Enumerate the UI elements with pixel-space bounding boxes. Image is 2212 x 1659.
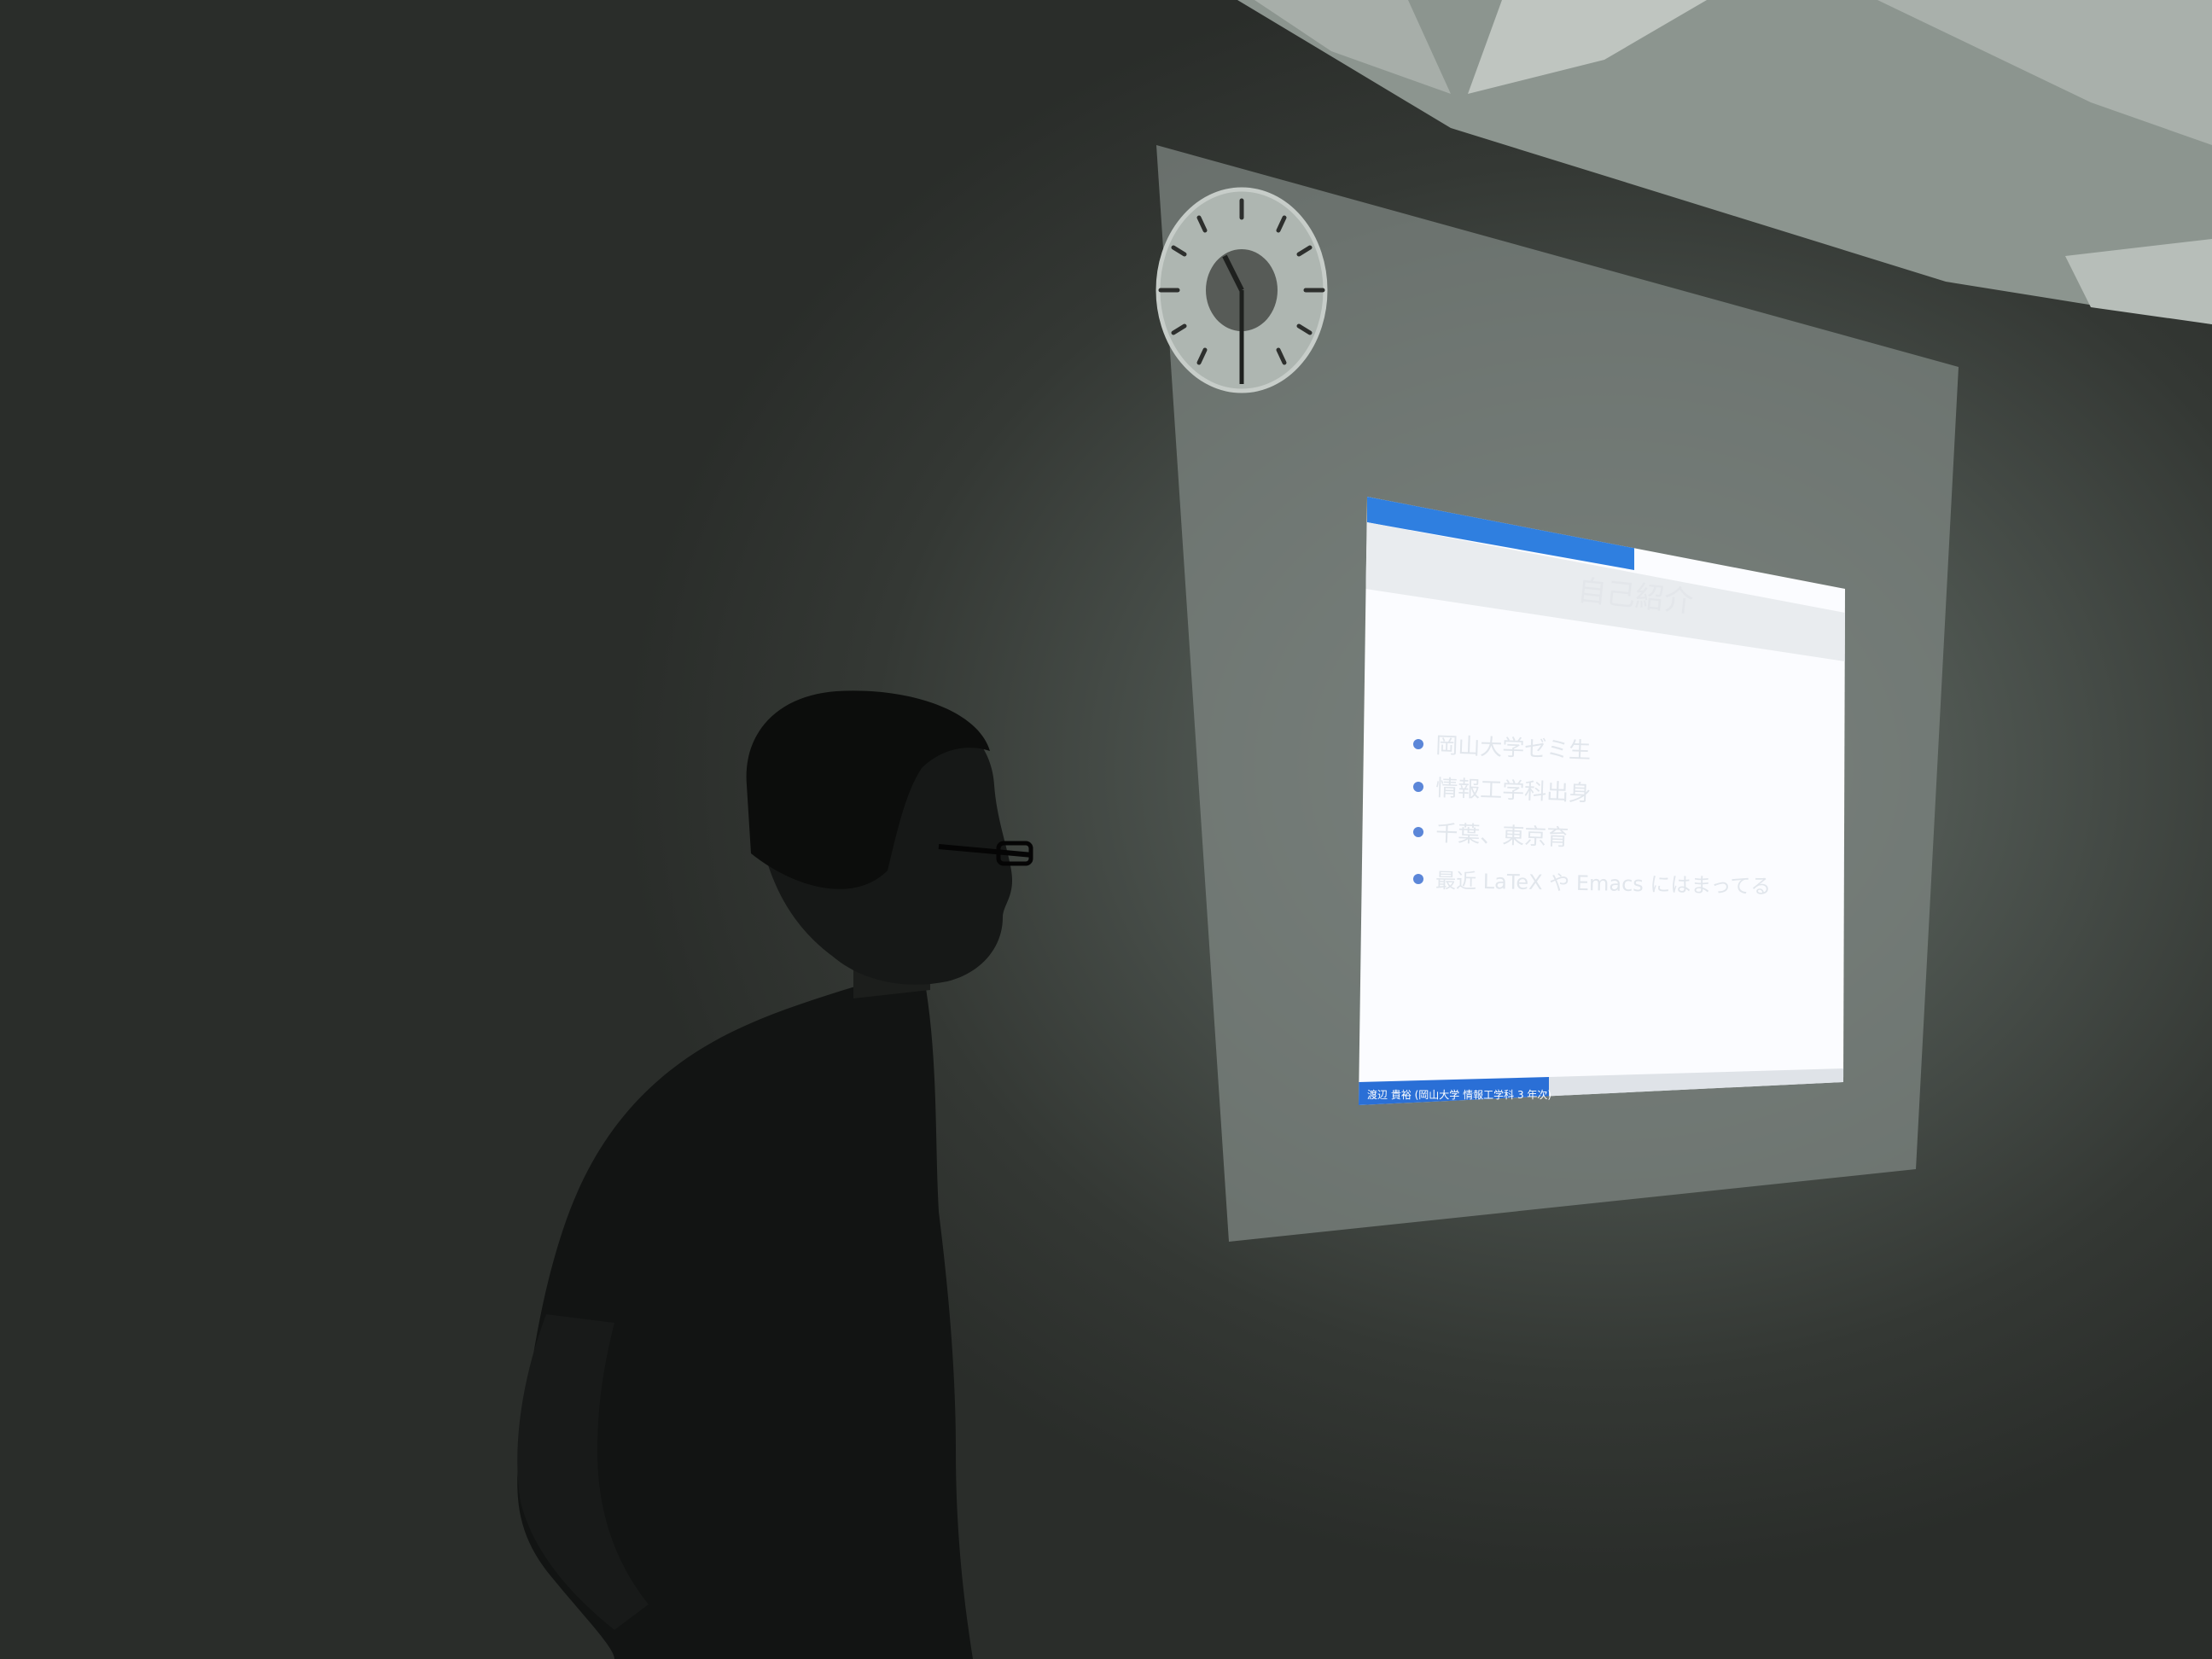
presenter-silhouette xyxy=(517,690,1033,1659)
